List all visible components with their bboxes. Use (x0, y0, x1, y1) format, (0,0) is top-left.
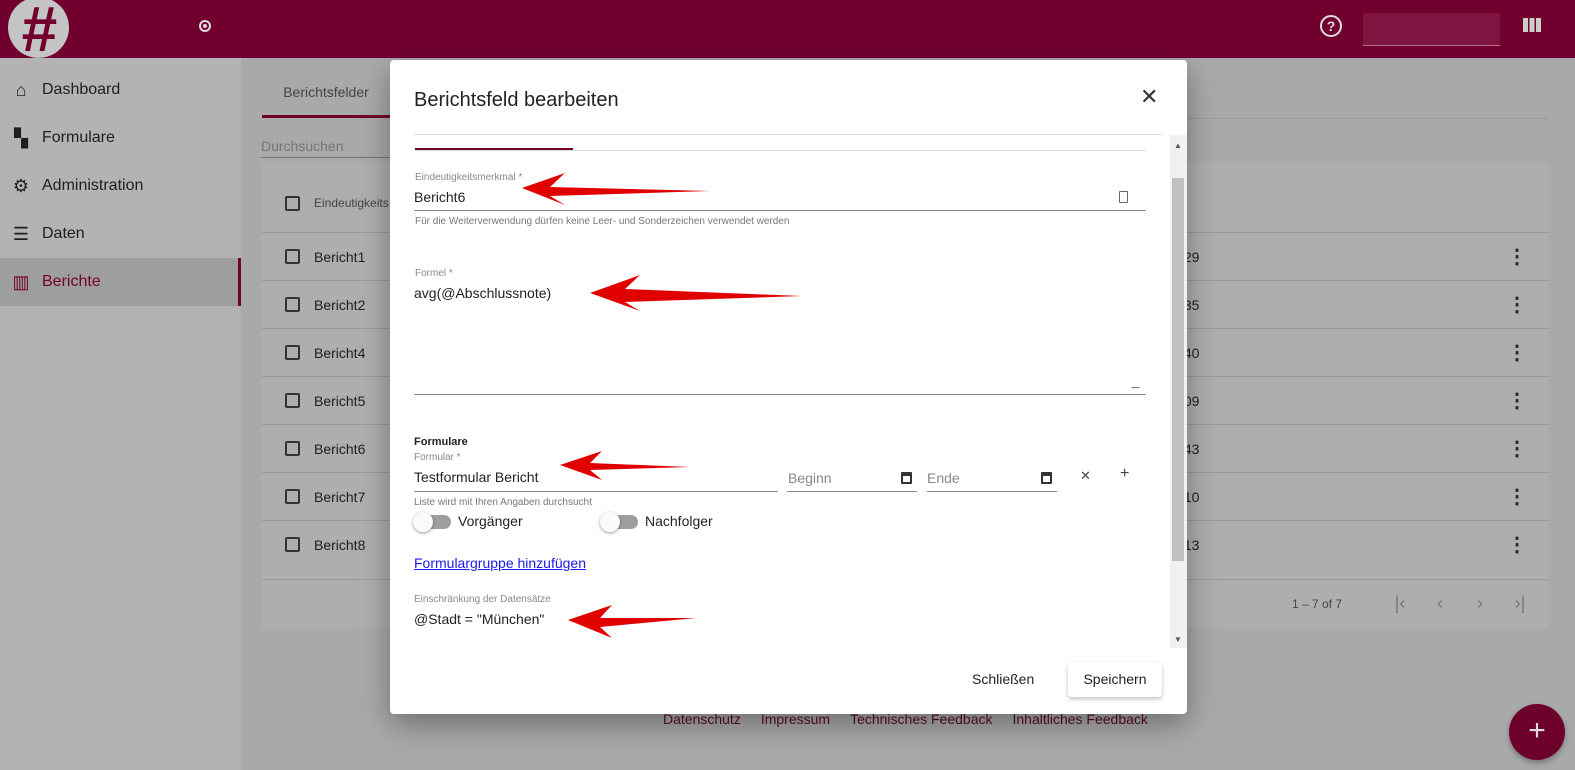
row-checkbox[interactable] (285, 393, 300, 408)
annotation-arrow (568, 605, 696, 638)
more-vert-icon[interactable]: ⋮ (1507, 388, 1527, 413)
row-checkbox[interactable] (285, 345, 300, 360)
sidebar-item-label: Administration (42, 177, 144, 194)
annotation-arrow (560, 451, 690, 480)
add-fab-button[interactable]: + (1509, 704, 1565, 760)
row-checkbox[interactable] (285, 537, 300, 552)
more-vert-icon[interactable]: ⋮ (1507, 532, 1527, 557)
next-page-button[interactable]: › (1460, 593, 1500, 614)
last-page-button[interactable]: ›| (1500, 593, 1540, 614)
row-name: Bericht2 (314, 296, 366, 313)
annotation-arrow (590, 275, 802, 311)
row-checkbox[interactable] (285, 441, 300, 456)
logo[interactable]: # (8, 0, 69, 61)
sidebar-item-formulare[interactable]: ▚ Formulare (0, 114, 241, 162)
column-header-id[interactable]: Eindeutigkeits (314, 196, 389, 210)
search-input[interactable] (261, 134, 391, 158)
sidebar: ⌂ Dashboard ▚ Formulare ⚙ Administration ☰ Date… (0, 58, 241, 770)
dashboard-icon: ▚ (14, 127, 28, 148)
app-header: # ? (0, 0, 1575, 61)
more-vert-icon[interactable]: ⋮ (1507, 244, 1527, 269)
prev-page-button[interactable]: ‹ (1420, 593, 1460, 614)
row-name: Bericht1 (314, 248, 366, 265)
more-vert-icon[interactable]: ⋮ (1507, 484, 1527, 509)
more-vert-icon[interactable]: ⋮ (1507, 340, 1527, 365)
tab-berichtsfelder[interactable]: Berichtsfelder (262, 84, 390, 118)
sidebar-item-daten[interactable]: ☰ Daten (0, 210, 241, 258)
apps-grid-icon[interactable] (1523, 18, 1541, 32)
sidebar-item-berichte[interactable]: ▥ Berichte (0, 258, 241, 306)
bar-chart-icon: ▥ (12, 271, 30, 292)
annotation-arrow (522, 173, 710, 205)
storage-icon: ☰ (12, 223, 30, 244)
row-checkbox[interactable] (285, 489, 300, 504)
sidebar-item-label: Dashboard (42, 81, 121, 98)
more-vert-icon[interactable]: ⋮ (1507, 292, 1527, 317)
select-all-checkbox[interactable] (285, 195, 300, 211)
first-page-button[interactable]: |‹ (1380, 593, 1420, 614)
sidebar-item-label: Daten (42, 225, 85, 242)
sidebar-item-dashboard[interactable]: ⌂ Dashboard (0, 66, 241, 114)
sidebar-item-label: Formulare (42, 129, 115, 146)
row-name: Bericht4 (314, 344, 366, 361)
annotation-arrows (522, 173, 802, 638)
row-name: Bericht6 (314, 440, 366, 457)
edit-report-field-dialog: Berichtsfeld bearbeiten ✕ ▲ ▼ Eindeutigk… (390, 60, 1187, 714)
row-name: Bericht7 (314, 488, 366, 505)
user-name-field[interactable] (1363, 13, 1500, 46)
sidebar-item-label: Berichte (42, 273, 101, 290)
help-circle-icon[interactable]: ? (1320, 15, 1342, 37)
home-icon: ⌂ (15, 79, 27, 100)
sidebar-item-administration[interactable]: ⚙ Administration (0, 162, 241, 210)
row-checkbox[interactable] (285, 249, 300, 264)
row-name: Bericht8 (314, 536, 366, 553)
row-checkbox[interactable] (285, 297, 300, 312)
status-dot-icon (199, 20, 211, 32)
gear-icon: ⚙ (12, 175, 30, 196)
row-name: Bericht5 (314, 392, 366, 409)
page-range: 1 – 7 of 7 (1291, 596, 1342, 611)
more-vert-icon[interactable]: ⋮ (1507, 436, 1527, 461)
